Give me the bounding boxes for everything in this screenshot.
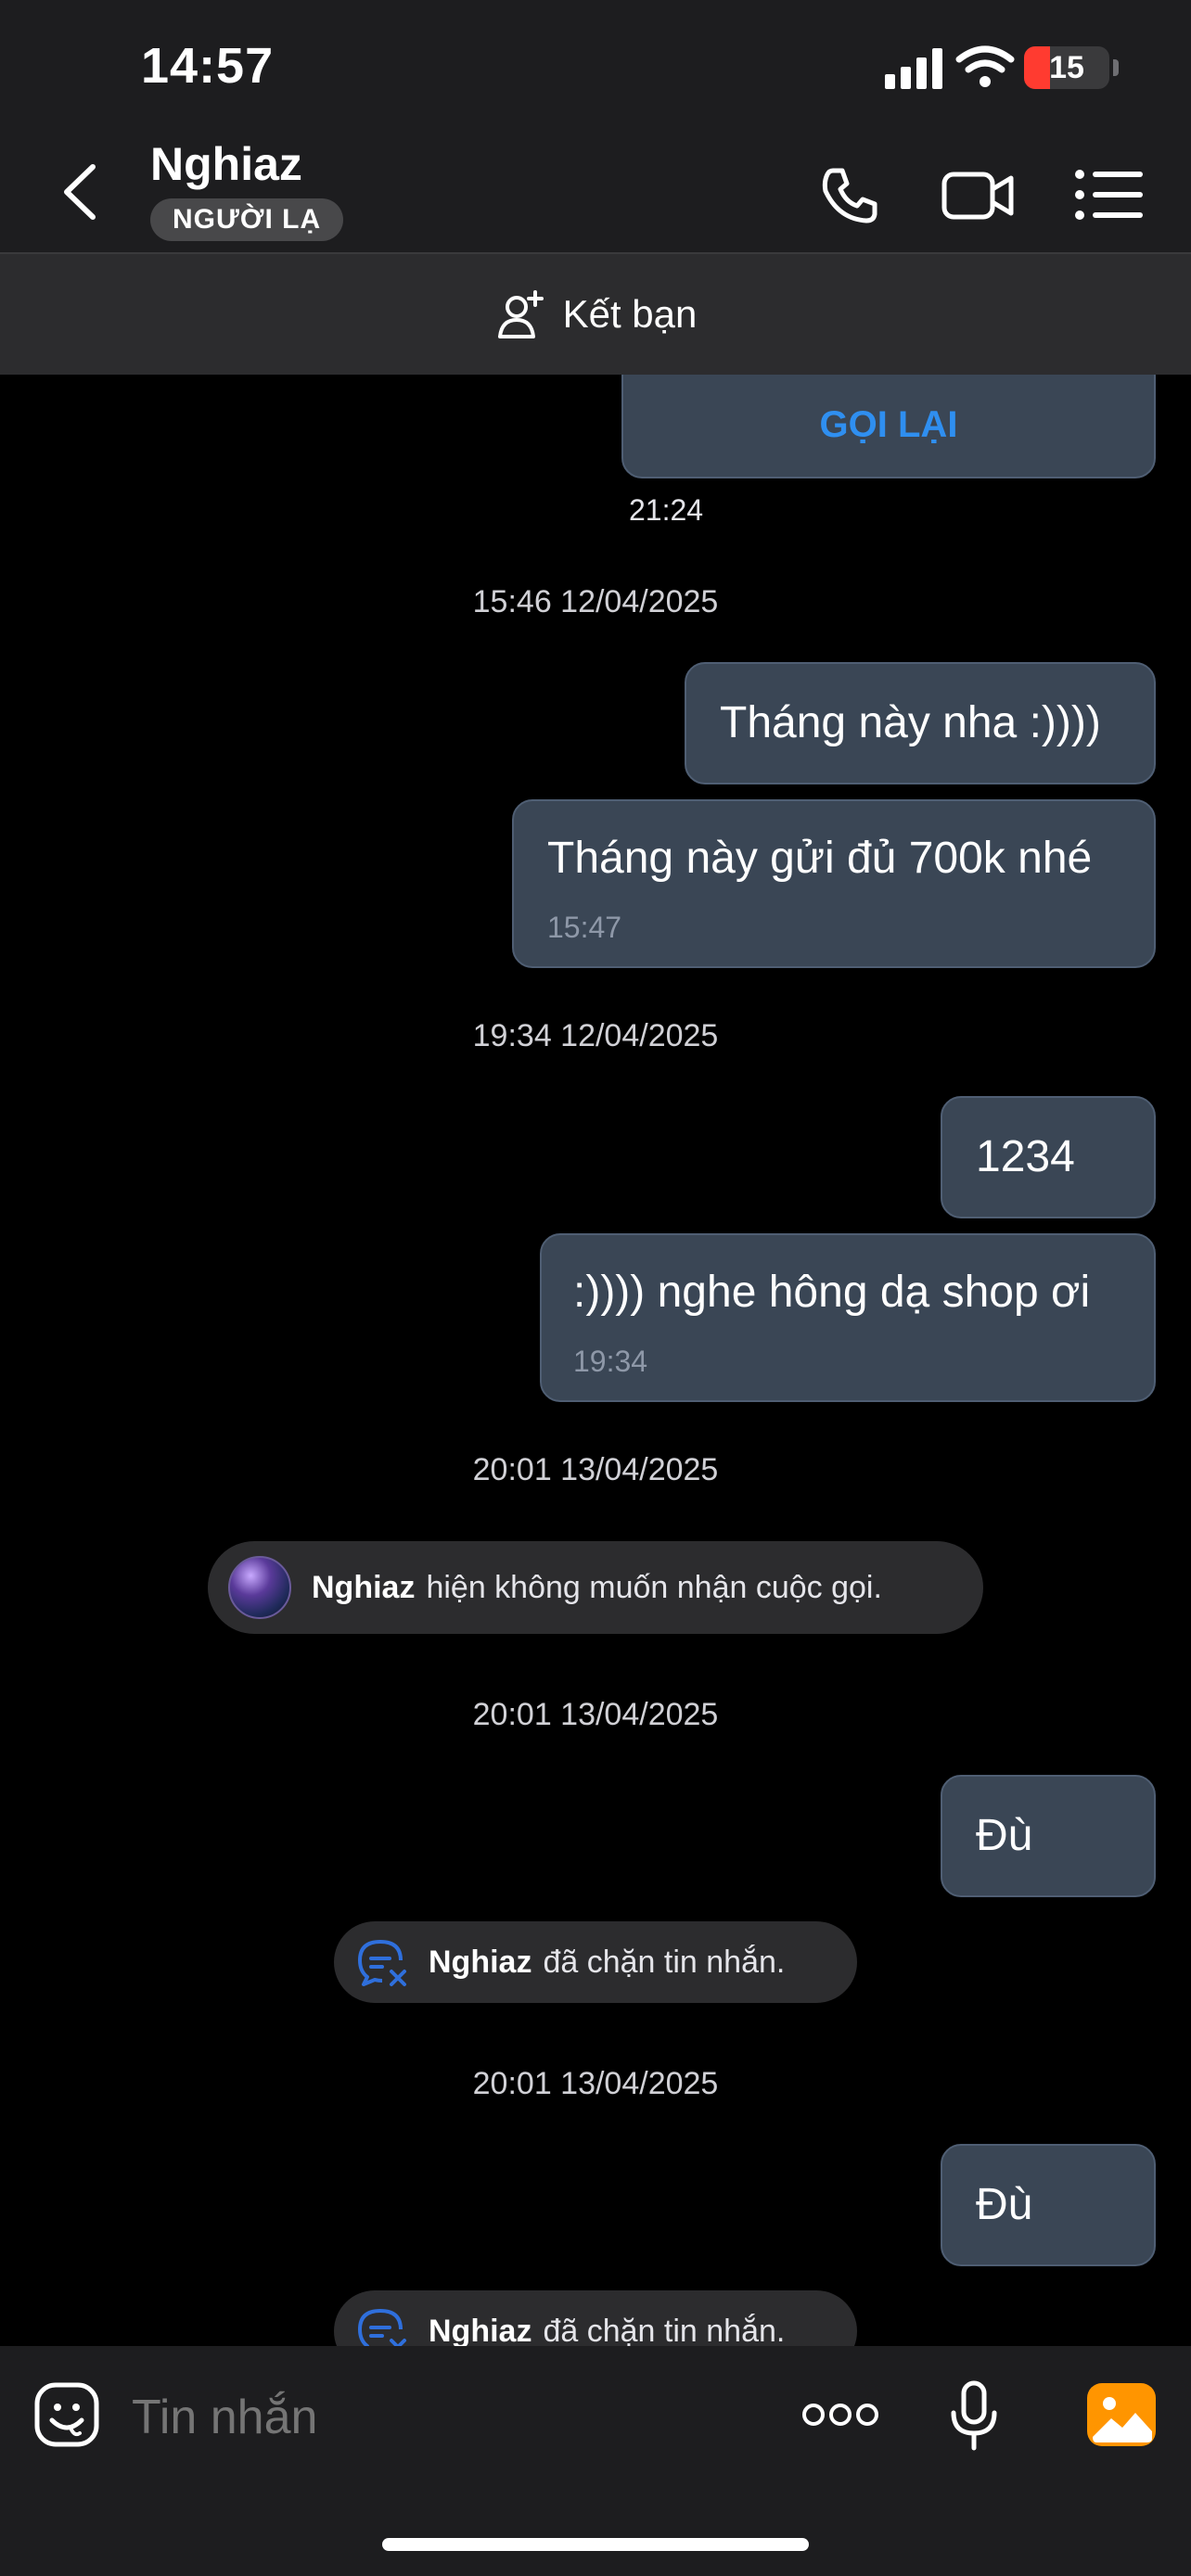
signal-icon bbox=[885, 48, 942, 89]
missed-call-card: GỌI LẠI bbox=[621, 375, 1156, 478]
sent-message[interactable]: :)))) nghe hông dạ shop ơi 19:34 bbox=[540, 1233, 1156, 1402]
avatar[interactable] bbox=[228, 1556, 291, 1619]
message-text: 1234 bbox=[976, 1132, 1075, 1181]
sent-message[interactable]: Tháng này gửi đủ 700k nhé 15:47 bbox=[512, 799, 1156, 968]
chat-area[interactable]: GỌI LẠI 21:24 15:46 12/04/2025 Tháng này… bbox=[0, 375, 1191, 2346]
system-notice-name: Nghiaz bbox=[429, 1944, 532, 1980]
message-text: :)))) nghe hông dạ shop ơi bbox=[573, 1268, 1091, 1317]
battery-percent: 15 bbox=[1049, 50, 1084, 85]
microphone-icon[interactable] bbox=[948, 2379, 1000, 2454]
sent-message[interactable]: Tháng này nha :)))) bbox=[685, 662, 1156, 784]
timestamp-divider: 15:46 12/04/2025 bbox=[472, 584, 719, 619]
system-notice-text: đã chặn tin nhắn. bbox=[543, 2313, 786, 2347]
phone-icon[interactable] bbox=[813, 158, 887, 232]
gallery-icon[interactable] bbox=[1085, 2381, 1158, 2448]
system-notice-text: đã chặn tin nhắn. bbox=[543, 1944, 786, 1980]
system-notice-name: Nghiaz bbox=[312, 1569, 416, 1605]
timestamp-divider: 20:01 13/04/2025 bbox=[472, 1452, 719, 1487]
timestamp-divider: 20:01 13/04/2025 bbox=[472, 1697, 719, 1732]
more-dots-icon[interactable] bbox=[801, 2392, 879, 2437]
sent-message[interactable]: Đù bbox=[941, 1775, 1156, 1897]
blocked-message-icon bbox=[358, 2309, 406, 2346]
message-text: Đù bbox=[976, 2180, 1033, 2229]
system-notice-blocked: Nghiaz đã chặn tin nhắn. bbox=[334, 2290, 857, 2346]
battery-tip bbox=[1113, 59, 1119, 76]
sticker-icon[interactable] bbox=[33, 2381, 100, 2448]
contact-name[interactable]: Nghiaz bbox=[150, 137, 302, 191]
status-time: 14:57 bbox=[141, 38, 275, 94]
stranger-badge: NGƯỜI LẠ bbox=[150, 198, 344, 241]
system-notice-call-declined: Nghiaz hiện không muốn nhận cuộc gọi. bbox=[208, 1541, 983, 1634]
system-notice-name: Nghiaz bbox=[429, 2313, 532, 2347]
video-icon[interactable] bbox=[941, 158, 1015, 232]
wifi-icon bbox=[955, 45, 1015, 87]
menu-list-icon[interactable] bbox=[1072, 158, 1146, 232]
message-text: Tháng này nha :)))) bbox=[720, 698, 1101, 747]
blocked-message-icon bbox=[358, 1940, 406, 1986]
call-back-button[interactable]: GỌI LẠI bbox=[623, 404, 1154, 446]
battery-indicator: 15 bbox=[1024, 46, 1109, 89]
add-friend-button[interactable]: Kết bạn bbox=[0, 254, 1191, 375]
status-icons: 15 bbox=[857, 41, 1191, 96]
message-input[interactable] bbox=[130, 2379, 764, 2455]
message-text: Đù bbox=[976, 1811, 1033, 1860]
system-notice-text: hiện không muốn nhận cuộc gọi. bbox=[426, 1569, 882, 1605]
sent-message[interactable]: 1234 bbox=[941, 1096, 1156, 1218]
add-friend-label: Kết bạn bbox=[562, 292, 698, 336]
message-text: Tháng này gửi đủ 700k nhé bbox=[547, 834, 1093, 883]
back-chevron-icon[interactable] bbox=[58, 159, 104, 224]
top-bar: 14:57 15 Nghiaz NGƯỜI LẠ bbox=[0, 0, 1191, 252]
home-indicator bbox=[382, 2538, 809, 2551]
timestamp-divider: 20:01 13/04/2025 bbox=[472, 2066, 719, 2101]
system-notice-blocked: Nghiaz đã chặn tin nhắn. bbox=[334, 1921, 857, 2003]
message-time: 15:47 bbox=[547, 911, 622, 944]
sent-message[interactable]: Đù bbox=[941, 2144, 1156, 2266]
add-friend-icon bbox=[497, 290, 544, 338]
message-time: 19:34 bbox=[573, 1345, 648, 1378]
timestamp-divider: 19:34 12/04/2025 bbox=[472, 1018, 719, 1053]
call-card-time: 21:24 bbox=[629, 493, 704, 527]
